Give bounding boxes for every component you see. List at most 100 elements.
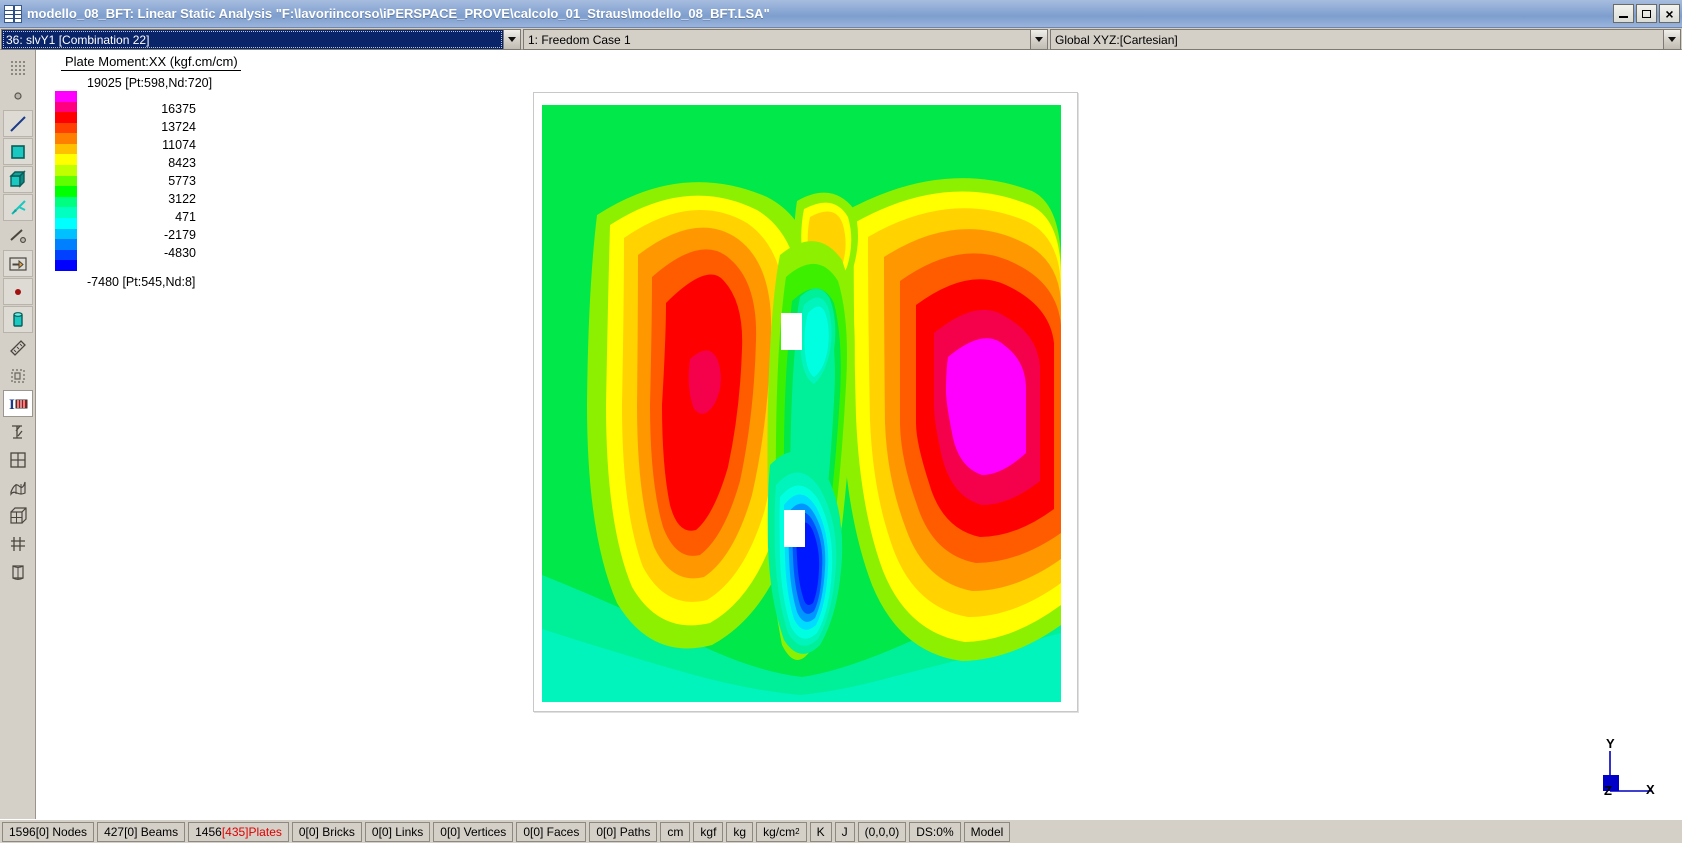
status-cell-unit-length[interactable]: cm bbox=[660, 821, 691, 842]
close-button[interactable]: × bbox=[1659, 4, 1680, 23]
svg-text:I: I bbox=[9, 397, 15, 413]
status-highlight: [435] bbox=[221, 824, 249, 839]
application-window: modello_08_BFT: Linear Static Analysis "… bbox=[0, 0, 1682, 843]
tool-palette: I bbox=[0, 50, 36, 819]
legend-tick-label: 13724 bbox=[161, 120, 196, 134]
select-link-icon[interactable] bbox=[2, 194, 33, 221]
legend-max-label: 19025 [Pt:598,Nd:720] bbox=[87, 76, 213, 90]
status-cell-paths[interactable]: 0[0] Paths bbox=[589, 821, 658, 842]
legend-tick-label: -2179 bbox=[164, 228, 196, 242]
close-icon: × bbox=[1665, 5, 1674, 22]
status-cell-beams[interactable]: 427[0] Beams bbox=[97, 821, 186, 842]
status-bar: 1596[0] Nodes 427[0] Beams 1456 [435] Plate… bbox=[0, 819, 1682, 843]
axis-label-x: X bbox=[1646, 782, 1655, 797]
coordinate-system-combo[interactable]: Global XYZ:[Cartesian] bbox=[1050, 29, 1681, 50]
select-vertex-icon[interactable] bbox=[3, 222, 33, 249]
title-bar: modello_08_BFT: Linear Static Analysis "… bbox=[0, 0, 1682, 28]
status-cell-cursor-coords[interactable]: (0,0,0) bbox=[857, 821, 907, 842]
minimize-button[interactable] bbox=[1613, 4, 1634, 23]
status-cell-display-scale[interactable]: DS:0% bbox=[909, 821, 961, 842]
maximize-button[interactable] bbox=[1636, 4, 1657, 23]
legend-color-segment bbox=[55, 101, 77, 113]
select-beam-icon[interactable] bbox=[2, 110, 33, 137]
legend-color-segment bbox=[55, 196, 77, 208]
legend-title: Plate Moment:XX (kgf.cm/cm) bbox=[61, 54, 241, 71]
status-suffix: Plates bbox=[248, 824, 282, 839]
select-face-icon[interactable] bbox=[2, 250, 33, 277]
axis-label-z: Z bbox=[1604, 783, 1612, 798]
status-superscript: 2 bbox=[795, 827, 800, 836]
case-selector-toolbar: 36: slvY1 [Combination 22] 1: Freedom Ca… bbox=[0, 28, 1682, 50]
legend-color-segment bbox=[55, 260, 77, 271]
status-cell-unit-temperature[interactable]: K bbox=[809, 821, 832, 842]
contour-legend: Plate Moment:XX (kgf.cm/cm) 19025 [Pt:59… bbox=[51, 54, 321, 288]
opening-upper bbox=[781, 313, 802, 350]
status-cell-nodes[interactable]: 1596[0] Nodes bbox=[2, 821, 95, 842]
support-icon[interactable] bbox=[3, 418, 33, 445]
copy-region-icon[interactable] bbox=[3, 362, 33, 389]
result-case-combo[interactable]: 36: slvY1 [Combination 22] bbox=[1, 29, 521, 50]
status-cell-links[interactable]: 0[0] Links bbox=[364, 821, 431, 842]
status-cell-faces[interactable]: 0[0] Faces bbox=[516, 821, 587, 842]
legend-tick-label: 5773 bbox=[168, 174, 196, 188]
legend-color-segment bbox=[55, 175, 77, 187]
legend-color-segment bbox=[55, 91, 77, 102]
contour-plot-svg bbox=[542, 105, 1061, 702]
legend-color-segment bbox=[55, 207, 77, 218]
select-node-icon[interactable] bbox=[3, 82, 33, 109]
select-brick-icon[interactable] bbox=[2, 166, 33, 193]
legend-body: 19025 [Pt:598,Nd:720] 16375 13724 11074 8423… bbox=[51, 74, 321, 288]
legend-tick-label: -4830 bbox=[164, 246, 196, 260]
chevron-down-icon[interactable] bbox=[1030, 30, 1047, 49]
axes-triad: Y X Z bbox=[1588, 736, 1662, 805]
legend-color-segment bbox=[55, 249, 77, 261]
status-prefix: 1456 bbox=[195, 824, 222, 839]
status-cell-unit-energy[interactable]: J bbox=[834, 821, 855, 842]
status-cell-bricks[interactable]: 0[0] Bricks bbox=[291, 821, 362, 842]
cylinder-display-icon[interactable] bbox=[2, 306, 33, 333]
status-cell-plates[interactable]: 1456 [435] Plates bbox=[188, 821, 289, 842]
chevron-down-icon[interactable] bbox=[503, 30, 520, 49]
model-canvas[interactable]: Plate Moment:XX (kgf.cm/cm) 19025 [Pt:59… bbox=[36, 50, 1682, 819]
window-controls: × bbox=[1613, 4, 1680, 23]
legend-color-segment bbox=[55, 133, 77, 144]
legend-color-segment bbox=[55, 217, 77, 229]
legend-color-segment bbox=[55, 186, 77, 197]
status-cell-unit-stress[interactable]: kg/cm 2 bbox=[756, 821, 807, 842]
plot-frame bbox=[533, 92, 1078, 712]
window-title: modello_08_BFT: Linear Static Analysis "… bbox=[27, 6, 770, 21]
contour-plot[interactable] bbox=[542, 105, 1061, 702]
axis-label-y: Y bbox=[1606, 736, 1615, 751]
legend-color-segment bbox=[55, 122, 77, 134]
measure-icon[interactable] bbox=[3, 334, 33, 361]
node-display-icon[interactable] bbox=[2, 278, 33, 305]
text-annotation-icon[interactable]: I bbox=[2, 390, 33, 417]
legend-color-segment bbox=[55, 154, 77, 166]
legend-color-segment bbox=[55, 112, 77, 123]
result-case-value: 36: slvY1 [Combination 22] bbox=[2, 30, 503, 49]
legend-color-segment bbox=[55, 228, 77, 240]
status-cell-vertices[interactable]: 0[0] Vertices bbox=[433, 821, 514, 842]
legend-tick-label: 16375 bbox=[161, 102, 196, 116]
brick-mesh-icon[interactable] bbox=[3, 502, 33, 529]
coordinate-system-value: Global XYZ:[Cartesian] bbox=[1051, 30, 1663, 49]
legend-color-segment bbox=[55, 165, 77, 176]
plate-surface-icon[interactable] bbox=[3, 474, 33, 501]
status-cell-view-mode[interactable]: Model bbox=[963, 821, 1011, 842]
select-by-region-icon[interactable] bbox=[3, 54, 33, 81]
chevron-down-icon[interactable] bbox=[1663, 30, 1680, 49]
grid-window-icon bbox=[4, 4, 22, 23]
legend-tick-label: 8423 bbox=[168, 156, 196, 170]
select-plate-icon[interactable] bbox=[2, 138, 33, 165]
status-text: kg/cm bbox=[763, 824, 796, 839]
status-cell-unit-force[interactable]: kgf bbox=[693, 821, 724, 842]
freedom-case-combo[interactable]: 1: Freedom Case 1 bbox=[523, 29, 1048, 50]
mesh-grid-icon[interactable] bbox=[3, 446, 33, 473]
restraint-icon[interactable] bbox=[3, 530, 33, 557]
legend-tick-label: 471 bbox=[175, 210, 196, 224]
section-icon[interactable] bbox=[3, 558, 33, 585]
legend-color-segment bbox=[55, 143, 77, 155]
opening-lower bbox=[784, 510, 805, 547]
main-body: I Plate Moment:XX (kgf.cm/cm) 19025 [Pt:… bbox=[0, 50, 1682, 819]
status-cell-unit-mass[interactable]: kg bbox=[726, 821, 754, 842]
